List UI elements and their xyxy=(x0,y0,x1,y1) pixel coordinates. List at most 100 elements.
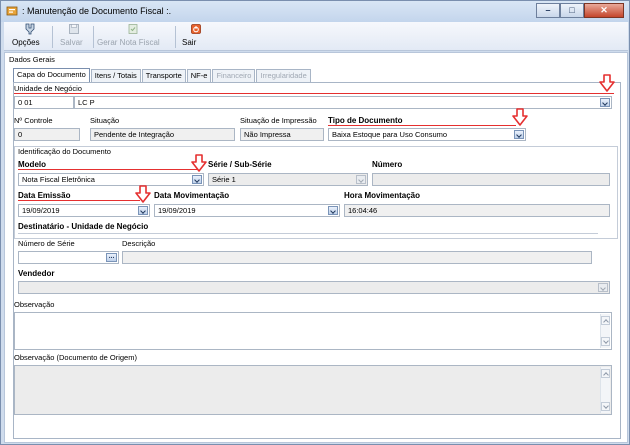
window-title: : Manutenção de Documento Fiscal :. xyxy=(22,6,172,16)
generate-invoice-icon xyxy=(128,24,138,34)
options-button[interactable]: Opções xyxy=(12,23,48,50)
modelo-value: Nota Fiscal Eletrônica xyxy=(22,175,95,184)
observacao-origem-textarea[interactable] xyxy=(14,365,612,415)
tipo-documento-value: Baixa Estoque para Uso Consumo xyxy=(332,130,448,139)
unidade-code-field[interactable]: 0 01 xyxy=(14,96,74,109)
close-button[interactable]: ✕ xyxy=(584,3,624,18)
tab-nfe[interactable]: NF-e xyxy=(186,69,212,82)
controle-label: Nº Controle xyxy=(14,116,53,125)
scroll-down-icon[interactable] xyxy=(601,337,610,346)
exit-button[interactable]: Sair xyxy=(182,23,210,50)
save-label: Salvar xyxy=(60,38,83,47)
generate-invoice-label: Gerar Nota Fiscal xyxy=(97,38,160,47)
serie-value: Série 1 xyxy=(212,175,236,184)
unidade-name-text: LC P xyxy=(78,98,95,107)
scroll-up-icon[interactable] xyxy=(601,369,610,378)
red-arrow-icon xyxy=(191,154,207,172)
toolbar-separator xyxy=(93,26,94,48)
tipo-documento-select[interactable]: Baixa Estoque para Uso Consumo xyxy=(328,128,526,141)
tab-transporte[interactable]: Transporte xyxy=(141,69,186,82)
general-data-panel: Dados Gerais Capa do Documento Itens / T… xyxy=(4,52,628,443)
situacao-impressao-field: Não Impressa xyxy=(240,128,324,141)
modelo-label: Modelo xyxy=(18,160,46,169)
modelo-select[interactable]: Nota Fiscal Eletrônica xyxy=(18,173,204,186)
descricao-label: Descrição xyxy=(122,239,156,248)
data-emissao-field[interactable]: 19/09/2019 xyxy=(18,204,150,217)
save-button[interactable]: Salvar xyxy=(60,23,88,50)
tab-itens-totais[interactable]: Itens / Totais xyxy=(90,69,141,82)
red-arrow-icon xyxy=(512,108,528,126)
situacao-field: Pendente de Integração xyxy=(90,128,235,141)
tab-content-capa: Unidade de Negócio 0 01 LC P Nº Controle… xyxy=(13,74,621,439)
minimize-button[interactable]: – xyxy=(536,3,560,18)
app-icon xyxy=(6,6,18,16)
hora-movimentacao-label: Hora Movimentação xyxy=(344,191,421,200)
red-arrow-icon xyxy=(135,185,151,203)
data-emissao-label: Data Emissão xyxy=(18,191,71,200)
scroll-up-icon[interactable] xyxy=(601,316,610,325)
data-movimentacao-field[interactable]: 19/09/2019 xyxy=(154,204,340,217)
maximize-icon: □ xyxy=(569,5,575,15)
red-arrow-icon xyxy=(599,74,615,92)
observacao-origem-label: Observação (Documento de Origem) xyxy=(14,353,137,362)
toolbar-separator xyxy=(52,26,53,48)
identificacao-title: Identificação do Documento xyxy=(18,147,111,156)
observacao-scrollbar[interactable] xyxy=(600,314,610,348)
generate-invoice-button[interactable]: Gerar Nota Fiscal xyxy=(97,23,169,50)
numero-serie-field[interactable]: ... xyxy=(18,251,119,264)
tipo-documento-dropdown-icon[interactable] xyxy=(514,130,524,139)
unidade-label: Unidade de Negócio xyxy=(14,84,82,93)
controle-field: 0 xyxy=(14,128,80,141)
observacao-label: Observação xyxy=(14,300,55,309)
minimize-icon: – xyxy=(545,5,551,15)
numero-field[interactable] xyxy=(372,173,610,186)
annotation-underline xyxy=(18,200,140,201)
vendedor-dropdown-icon[interactable] xyxy=(598,283,608,292)
serie-label: Série / Sub-Série xyxy=(208,160,272,169)
toolbar-separator xyxy=(175,26,176,48)
tab-financeiro[interactable]: Financeiro xyxy=(212,69,256,82)
tab-strip: Capa do Documento Itens / Totais Transpo… xyxy=(13,68,312,82)
situacao-label: Situação xyxy=(90,116,120,125)
annotation-underline xyxy=(328,125,516,126)
hora-movimentacao-field: 16:04:46 xyxy=(344,204,610,217)
tab-irregularidade[interactable]: Irregularidade xyxy=(256,69,311,82)
data-emissao-calendar-icon[interactable] xyxy=(138,206,148,215)
save-icon xyxy=(69,24,79,34)
annotation-underline xyxy=(18,169,198,170)
vendedor-select[interactable] xyxy=(18,281,610,294)
data-movimentacao-label: Data Movimentação xyxy=(154,191,230,200)
annotation-underline xyxy=(14,93,614,94)
numero-label: Número xyxy=(372,160,403,169)
data-movimentacao-calendar-icon[interactable] xyxy=(328,206,338,215)
exit-icon xyxy=(191,24,201,34)
tab-capa-documento[interactable]: Capa do Documento xyxy=(13,68,90,82)
title-bar: : Manutenção de Documento Fiscal :. – □ … xyxy=(1,1,629,22)
scroll-down-icon[interactable] xyxy=(601,402,610,411)
toolbar: Opções Salvar Gerar Nota Fiscal Sair xyxy=(4,22,628,51)
numero-serie-label: Número de Série xyxy=(18,239,75,248)
main-window: : Manutenção de Documento Fiscal :. – □ … xyxy=(0,0,630,445)
destinatario-divider xyxy=(18,233,598,234)
vendedor-label: Vendedor xyxy=(18,269,55,278)
observacao-textarea[interactable] xyxy=(14,312,612,350)
tipo-documento-label: Tipo de Documento xyxy=(328,116,403,125)
unidade-dropdown-icon[interactable] xyxy=(600,98,610,107)
destinatario-title: Destinatário - Unidade de Negócio xyxy=(18,222,149,231)
serie-dropdown-icon[interactable] xyxy=(356,175,366,184)
data-movimentacao-value: 19/09/2019 xyxy=(158,206,196,215)
options-label: Opções xyxy=(12,38,40,47)
options-icon xyxy=(25,23,35,35)
close-icon: ✕ xyxy=(600,5,608,15)
situacao-impressao-label: Situação de Impressão xyxy=(240,116,317,125)
group-title: Dados Gerais xyxy=(9,55,55,64)
unidade-name-field[interactable]: LC P xyxy=(74,96,612,109)
modelo-dropdown-icon[interactable] xyxy=(192,175,202,184)
exit-label: Sair xyxy=(182,38,197,47)
data-emissao-value: 19/09/2019 xyxy=(22,206,60,215)
observacao-origem-scrollbar[interactable] xyxy=(600,367,610,413)
descricao-field xyxy=(122,251,592,264)
serie-select[interactable]: Série 1 xyxy=(208,173,368,186)
maximize-button[interactable]: □ xyxy=(560,3,584,18)
numero-serie-lookup-button[interactable]: ... xyxy=(106,253,117,262)
